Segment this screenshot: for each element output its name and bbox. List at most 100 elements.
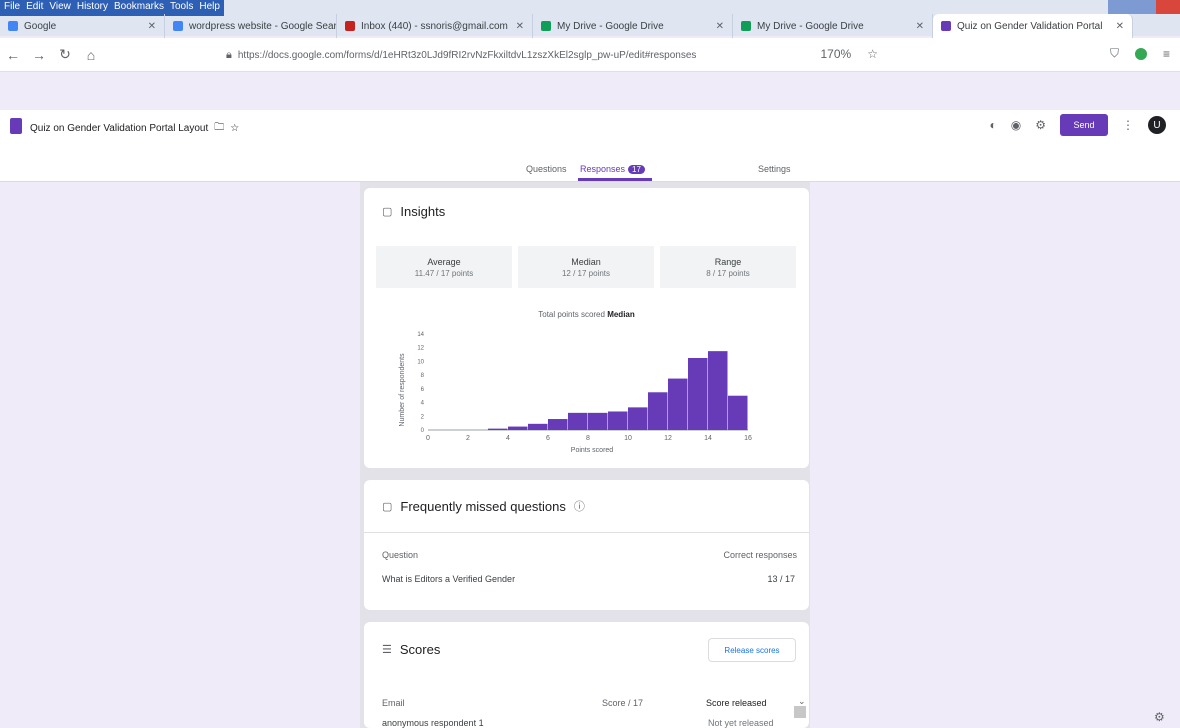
histogram-bar[interactable] [728, 395, 748, 430]
palette-icon[interactable]: ◐ [990, 118, 997, 132]
menu-icon[interactable]: ≡ [1163, 47, 1170, 61]
stat-range: Range 8 / 17 points [660, 246, 796, 288]
col-score-header: Score / 17 [602, 698, 644, 708]
browser-tab[interactable]: Inbox (440) - ssnoris@gmail.com ✕ [337, 14, 533, 38]
insights-icon: ▢ [382, 206, 393, 218]
tab-favicon-icon [741, 21, 751, 31]
histogram-bar[interactable] [608, 411, 628, 430]
zoom-level[interactable]: 170% [821, 47, 852, 61]
col-correct-header: Correct responses [723, 550, 797, 560]
y-tick-label: 12 [417, 346, 424, 352]
tab-favicon-icon [541, 21, 551, 31]
bookmark-icon[interactable]: ☆ [867, 47, 878, 61]
tab-close-icon[interactable]: ✕ [1116, 21, 1124, 32]
score-row-released: Not yet released [708, 718, 774, 728]
chart-caption-prefix: Total points scored [538, 310, 605, 319]
histogram-bar[interactable] [568, 412, 588, 430]
maximize-button[interactable] [1132, 0, 1156, 14]
settings-gear-icon[interactable]: ⚙ [1035, 118, 1046, 132]
avatar[interactable]: U [1148, 116, 1166, 134]
scores-header: ☰ Scores [382, 642, 440, 657]
scores-card: ☰ Scores Release scores Email Score / 17… [364, 622, 809, 728]
histogram-bar[interactable] [508, 426, 528, 430]
histogram-bar[interactable] [548, 419, 568, 430]
scores-icon: ☰ [382, 644, 392, 656]
insights-title: Insights [400, 204, 446, 219]
scrollbar-thumb[interactable] [794, 706, 806, 718]
y-tick-label: 10 [417, 359, 424, 365]
header-actions: ◐ ◉ ⚙ Send ⋮ U [990, 114, 1166, 136]
histogram-bar[interactable] [708, 351, 728, 430]
tab-label: Google [24, 20, 57, 32]
stat-label: Average [427, 256, 461, 267]
tab-label: wordpress website - Google Search [189, 20, 337, 32]
minimize-button[interactable] [1108, 0, 1132, 14]
lock-icon: 🔒︎ [226, 48, 232, 61]
menu-tools[interactable]: Tools [170, 1, 193, 15]
stat-value: 8 / 17 points [706, 268, 750, 278]
google-forms-logo-icon[interactable] [10, 118, 22, 134]
tab-close-icon[interactable]: ✕ [516, 21, 524, 32]
menu-history[interactable]: History [77, 1, 108, 15]
histogram-bar[interactable] [668, 378, 688, 430]
browser-tab[interactable]: My Drive - Google Drive ✕ [733, 14, 933, 38]
settings-icon[interactable]: ⚙ [1154, 710, 1165, 724]
histogram-bar[interactable] [648, 392, 668, 430]
x-tick-label: 2 [466, 435, 470, 442]
browser-tab[interactable]: Google ✕ [0, 14, 165, 38]
chart-caption: Total points scored Median [364, 310, 809, 319]
more-options-icon[interactable]: ⋮ [1122, 118, 1134, 132]
browser-toolbar: ← → ↻ ⌂ 🔒︎ https://docs.google.com/forms… [0, 38, 1180, 72]
tab-close-icon[interactable]: ✕ [916, 21, 924, 32]
y-tick-label: 0 [421, 428, 425, 434]
stat-median: Median 12 / 17 points [518, 246, 654, 288]
tab-settings[interactable]: Settings [758, 164, 791, 174]
y-tick-label: 2 [421, 414, 425, 420]
form-title-text[interactable]: Quiz on Gender Validation Portal Layout [30, 123, 208, 134]
reload-icon[interactable]: ↻ [52, 46, 78, 63]
col-question-header: Question [382, 550, 419, 560]
browser-tab[interactable]: My Drive - Google Drive ✕ [533, 14, 733, 38]
tab-close-icon[interactable]: ✕ [148, 21, 156, 32]
menu-edit[interactable]: Edit [26, 1, 43, 15]
shield-icon[interactable]: ⛉ [1110, 46, 1119, 61]
preview-icon[interactable]: ◉ [1011, 118, 1021, 132]
tab-favicon-icon [173, 21, 183, 31]
missed-question-text[interactable]: What is Editors a Verified Gender [382, 574, 515, 584]
back-icon[interactable]: ← [0, 47, 26, 63]
tab-close-icon[interactable]: ✕ [716, 21, 724, 32]
histogram-bar[interactable] [628, 407, 648, 430]
close-window-button[interactable] [1156, 0, 1180, 14]
browser-tab[interactable]: wordpress website - Google Search ✕ [165, 14, 337, 38]
active-tab-indicator [578, 178, 652, 181]
release-scores-button[interactable]: Release scores [708, 638, 796, 662]
url-text: https://docs.google.com/forms/d/1eHRt3z0… [237, 49, 697, 61]
tab-responses[interactable]: Responses 17 [580, 164, 645, 174]
stat-label: Range [714, 256, 742, 267]
folder-icon[interactable]: 🗀︎ [214, 120, 224, 137]
histogram-bar[interactable] [688, 358, 708, 430]
form-title: Quiz on Gender Validation Portal Layout … [30, 120, 239, 137]
menu-view[interactable]: View [49, 1, 71, 15]
histogram-bar[interactable] [488, 428, 508, 430]
browser-tab-active[interactable]: Quiz on Gender Validation Portal ✕ [933, 14, 1133, 38]
toolbar-actions: 170% ☆ ⛉ ≡ [821, 46, 1171, 61]
menu-file[interactable]: File [4, 1, 20, 15]
tab-responses-label: Responses [580, 164, 626, 174]
home-icon[interactable]: ⌂ [78, 47, 104, 63]
menu-bookmarks[interactable]: Bookmarks [114, 1, 164, 15]
forward-icon[interactable]: → [26, 47, 52, 63]
send-button[interactable]: Send [1060, 114, 1108, 136]
tab-questions[interactable]: Questions [526, 164, 567, 174]
insights-card: ▢ Insights Average 11.47 / 17 points Med… [364, 188, 809, 468]
missed-correct-count: 13 / 17 [767, 574, 795, 584]
menu-help[interactable]: Help [199, 1, 220, 15]
help-icon[interactable]: ⓘ [574, 498, 585, 514]
col-email-header: Email [382, 698, 405, 708]
y-tick-label: 8 [421, 373, 425, 379]
histogram-bar[interactable] [588, 412, 608, 430]
star-icon[interactable]: ☆ [230, 123, 239, 134]
extension-icon[interactable] [1134, 47, 1147, 60]
histogram-bar[interactable] [528, 423, 548, 430]
missed-header: ▢ Frequently missed questions ⓘ [382, 498, 585, 514]
